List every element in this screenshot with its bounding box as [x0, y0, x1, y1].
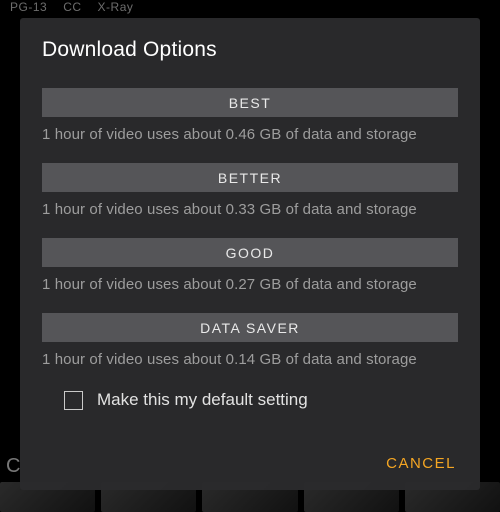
quality-desc-best: 1 hour of video uses about 0.46 GB of da… — [42, 126, 458, 143]
download-options-dialog: Download Options BEST 1 hour of video us… — [20, 18, 480, 490]
xray-badge: X-Ray — [98, 0, 134, 14]
quality-option-data-saver[interactable]: DATA SAVER — [42, 313, 458, 342]
dialog-footer: CANCEL — [42, 437, 458, 476]
default-setting-label: Make this my default setting — [97, 390, 308, 410]
default-setting-checkbox[interactable] — [64, 391, 83, 410]
cancel-button[interactable]: CANCEL — [384, 451, 458, 476]
quality-desc-data-saver: 1 hour of video uses about 0.14 GB of da… — [42, 351, 458, 368]
cc-badge: CC — [63, 0, 81, 14]
quality-option-best[interactable]: BEST — [42, 88, 458, 117]
dialog-title: Download Options — [42, 38, 458, 62]
background-meta-bar: PG-13 CC X-Ray — [0, 0, 500, 16]
default-setting-row[interactable]: Make this my default setting — [64, 390, 458, 410]
quality-desc-better: 1 hour of video uses about 0.33 GB of da… — [42, 201, 458, 218]
quality-option-better[interactable]: BETTER — [42, 163, 458, 192]
background-section-letter: C — [6, 455, 20, 478]
rating-badge: PG-13 — [10, 0, 47, 14]
quality-option-good[interactable]: GOOD — [42, 238, 458, 267]
quality-desc-good: 1 hour of video uses about 0.27 GB of da… — [42, 276, 458, 293]
